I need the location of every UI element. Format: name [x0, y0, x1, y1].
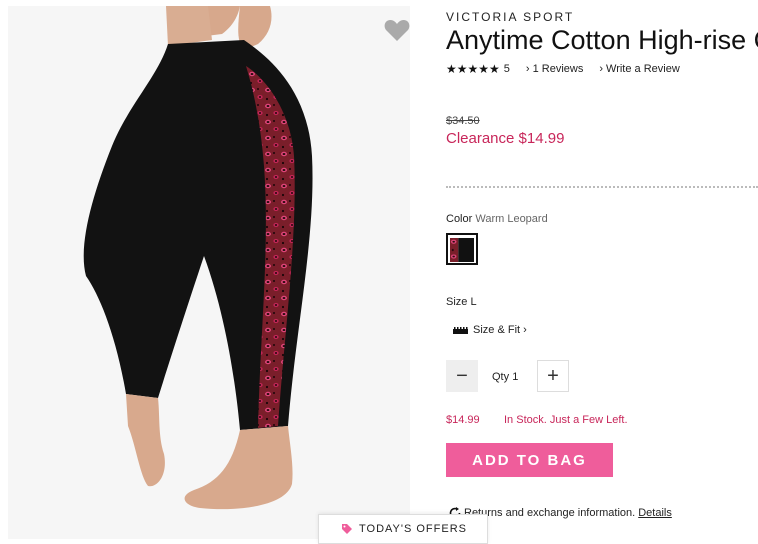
- chevron-right-icon: ›: [523, 324, 527, 336]
- product-title: Anytime Cotton High-rise C: [446, 25, 758, 55]
- plus-icon: +: [547, 364, 559, 387]
- unit-price: $14.99: [446, 414, 480, 426]
- leggings-photo: [83, 6, 313, 510]
- reviews-link-label: 1 Reviews: [532, 63, 584, 75]
- chevron-right-icon: ›: [525, 63, 530, 75]
- color-label-text: Color: [446, 213, 473, 225]
- minus-icon: −: [456, 364, 468, 387]
- brand-name: VICTORIA SPORT: [446, 10, 575, 24]
- heart-icon[interactable]: [384, 18, 410, 42]
- size-label: Size L: [446, 296, 477, 308]
- tag-icon: [342, 524, 352, 534]
- divider: [446, 186, 758, 188]
- quantity-label: Qty: [492, 371, 510, 383]
- star-rating: ★★★★★: [446, 62, 500, 76]
- quantity-value: 1: [512, 371, 519, 383]
- stock-status: In Stock. Just a Few Left.: [504, 414, 628, 426]
- original-price: $34.50: [446, 115, 480, 127]
- color-label: Color Warm Leopard: [446, 213, 548, 225]
- size-fit-label: Size & Fit: [473, 324, 521, 336]
- returns-text: Returns and exchange information.: [464, 507, 636, 519]
- reviews-link[interactable]: › 1 Reviews: [526, 63, 583, 75]
- write-review-label: Write a Review: [606, 63, 680, 75]
- product-image: [8, 6, 410, 539]
- quantity-display: Qty 1: [492, 371, 518, 383]
- quantity-decrease-button[interactable]: −: [446, 360, 478, 392]
- color-swatch-warm-leopard[interactable]: [446, 233, 478, 265]
- offers-label: TODAY'S OFFERS: [359, 523, 467, 535]
- quantity-increase-button[interactable]: +: [537, 360, 569, 392]
- color-value: Warm Leopard: [475, 213, 548, 225]
- chevron-right-icon: ›: [599, 63, 604, 75]
- todays-offers-tab[interactable]: TODAY'S OFFERS: [318, 514, 488, 544]
- rating-count: 5: [503, 63, 510, 75]
- swatch-fill: [450, 237, 474, 262]
- write-review-link[interactable]: › Write a Review: [599, 63, 679, 75]
- clearance-price: Clearance $14.99: [446, 130, 565, 147]
- rating-row: ★★★★★ 5 › 1 Reviews › Write a Review: [446, 62, 680, 76]
- ruler-icon: [453, 326, 468, 334]
- returns-details-link[interactable]: Details: [638, 507, 672, 519]
- add-to-bag-button[interactable]: ADD TO BAG: [446, 443, 613, 477]
- size-fit-link[interactable]: Size & Fit ›: [453, 324, 530, 336]
